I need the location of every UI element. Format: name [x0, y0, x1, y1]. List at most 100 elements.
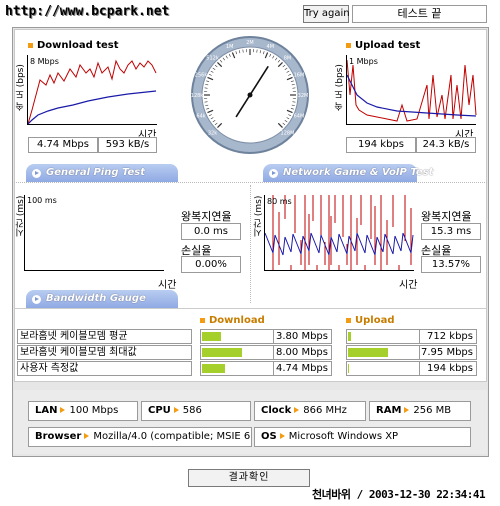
try-again-button[interactable]: Try again [303, 5, 350, 23]
game-latency-label: 왕복지연율 [421, 210, 472, 223]
gauge-tick-label: 16M [294, 73, 305, 79]
gauge-tick-label: 64k [196, 113, 205, 119]
ping-latency-label: 왕복지연율 [181, 210, 232, 223]
cpu-info: CPU 586 [141, 401, 251, 421]
gauge-tick-label: 32k [208, 130, 217, 136]
browser-info: Browser Mozilla/4.0 (compatible; MSIE 6.0 [28, 427, 252, 447]
bandwidth-row-label: 사용자 측정값 [17, 361, 192, 376]
download-value: 8.00 Mbps [273, 345, 332, 360]
signature: 천녀바위 / 2003-12-30 22:34:41 [312, 488, 486, 501]
gauge-tick-label: 4M [267, 44, 275, 50]
upload-fill [348, 348, 388, 357]
download-graph-svg: 8 Mbps [28, 57, 157, 125]
download-bar [200, 329, 275, 344]
download-fill [202, 348, 242, 357]
bandwidth-upload-header: Upload [346, 315, 394, 326]
gauge-tick-label: 128k [191, 93, 204, 99]
gauge-tick-label: 64M [294, 113, 305, 119]
ping-test-banner: General Ping Test [26, 164, 178, 182]
upload-fill [348, 364, 349, 373]
download-value: 3.80 Mbps [273, 329, 332, 344]
lan-label: LAN [35, 405, 58, 416]
arrow-right-icon [294, 407, 300, 413]
status-box: 테스트 끝 [352, 5, 487, 23]
lan-info: LAN 100 Mbps [28, 401, 138, 421]
arrow-right-icon [279, 433, 285, 439]
bullet-icon [28, 42, 33, 48]
bandwidth-row-label: 보라홈넷 케이블모뎀 최대값 [17, 345, 192, 360]
upload-y-label: 속 도 (bps) [335, 64, 345, 111]
upload-speed-kbs: 24.3 kB/s [416, 137, 476, 153]
gauge-tick-label: 8M [284, 56, 292, 62]
ping-loss-value: 0.00% [181, 256, 241, 273]
download-title: Download test [28, 40, 119, 51]
ping-latency-value: 0.0 ms [181, 223, 241, 240]
gauge-hub [247, 92, 253, 98]
cpu-value: 586 [182, 405, 202, 416]
download-bar [200, 361, 275, 376]
ram-label: RAM [376, 405, 402, 416]
download-fill [202, 332, 221, 341]
cpu-label: CPU [148, 405, 171, 416]
clock-value: 866 MHz [303, 405, 347, 416]
bullet-icon [346, 317, 351, 323]
download-y-label: 속 도 (bps) [16, 64, 26, 111]
os-value: Microsoft Windows XP [288, 431, 399, 442]
game-banner-text: Network Game & VoIP Test [283, 167, 434, 178]
site-url: http://www.bcpark.net [5, 4, 170, 19]
game-latency-value: 15.3 ms [421, 223, 481, 240]
download-title-text: Download test [37, 40, 119, 51]
upload-graph-svg: 1 Mbps [347, 57, 477, 122]
bullet-icon [200, 317, 205, 323]
ram-info: RAM 256 MB [369, 401, 471, 421]
gauge-tick-label: 128M [281, 130, 295, 136]
upload-value: 194 kbps [419, 361, 477, 376]
upload-header-text: Upload [355, 315, 395, 326]
upload-title-text: Upload test [355, 40, 421, 51]
confirm-results-button[interactable]: 결과확인 [188, 469, 310, 487]
download-speed-kbs: 593 kB/s [98, 137, 157, 153]
upload-value: 712 kbps [419, 329, 477, 344]
upload-title: Upload test [346, 40, 420, 51]
download-speed-mbps: 4.74 Mbps [28, 137, 98, 153]
gauge-tick-label: 1M [226, 44, 234, 50]
game-latency-line [265, 232, 414, 256]
gauge-tick-label: 2M [246, 40, 254, 46]
vertical-divider [250, 185, 251, 303]
clock-info: Clock 866 MHz [254, 401, 366, 421]
upload-value: 7.95 Mbps [419, 345, 477, 360]
game-graph: 80 ms [264, 195, 414, 271]
game-packet-loss-spikes [272, 195, 412, 270]
ping-scale-label: 100 ms [27, 196, 57, 205]
play-icon [269, 169, 278, 178]
confirm-results-label: 결과확인 [228, 472, 270, 483]
ping-banner-text: General Ping Test [46, 167, 146, 178]
upload-bar [346, 361, 421, 376]
game-test-banner: Network Game & VoIP Test [263, 164, 433, 182]
bandwidth-download-header: Download [200, 315, 265, 326]
ping-x-label: 시간 [158, 280, 177, 291]
os-info: OS Microsoft Windows XP [254, 427, 471, 447]
section-divider [14, 182, 487, 183]
play-icon [32, 295, 41, 304]
arrow-right-icon [60, 407, 66, 413]
os-label: OS [261, 431, 277, 442]
arrow-right-icon [84, 433, 90, 439]
bullet-icon [346, 42, 351, 48]
upload-bar [346, 329, 421, 344]
upload-speed-kbps: 194 kbps [346, 137, 416, 153]
upload-bar [346, 345, 421, 360]
ping-graph: 100 ms [24, 195, 164, 271]
bandwidth-row-label: 보라홈넷 케이블모뎀 평균 [17, 329, 192, 344]
download-header-text: Download [209, 315, 265, 326]
clock-label: Clock [261, 405, 292, 416]
upload-fill [348, 332, 351, 341]
download-graph: 8 Mbps [27, 55, 157, 125]
download-average-line [28, 90, 157, 125]
bandwidth-banner-text: Bandwidth Gauge [46, 293, 146, 304]
gauge-tick-label: 32M [298, 93, 309, 99]
upload-average-line [347, 74, 477, 117]
download-bar [200, 345, 275, 360]
browser-value: Mozilla/4.0 (compatible; MSIE 6.0 [93, 431, 252, 442]
game-graph-svg: 80 ms [265, 195, 414, 270]
